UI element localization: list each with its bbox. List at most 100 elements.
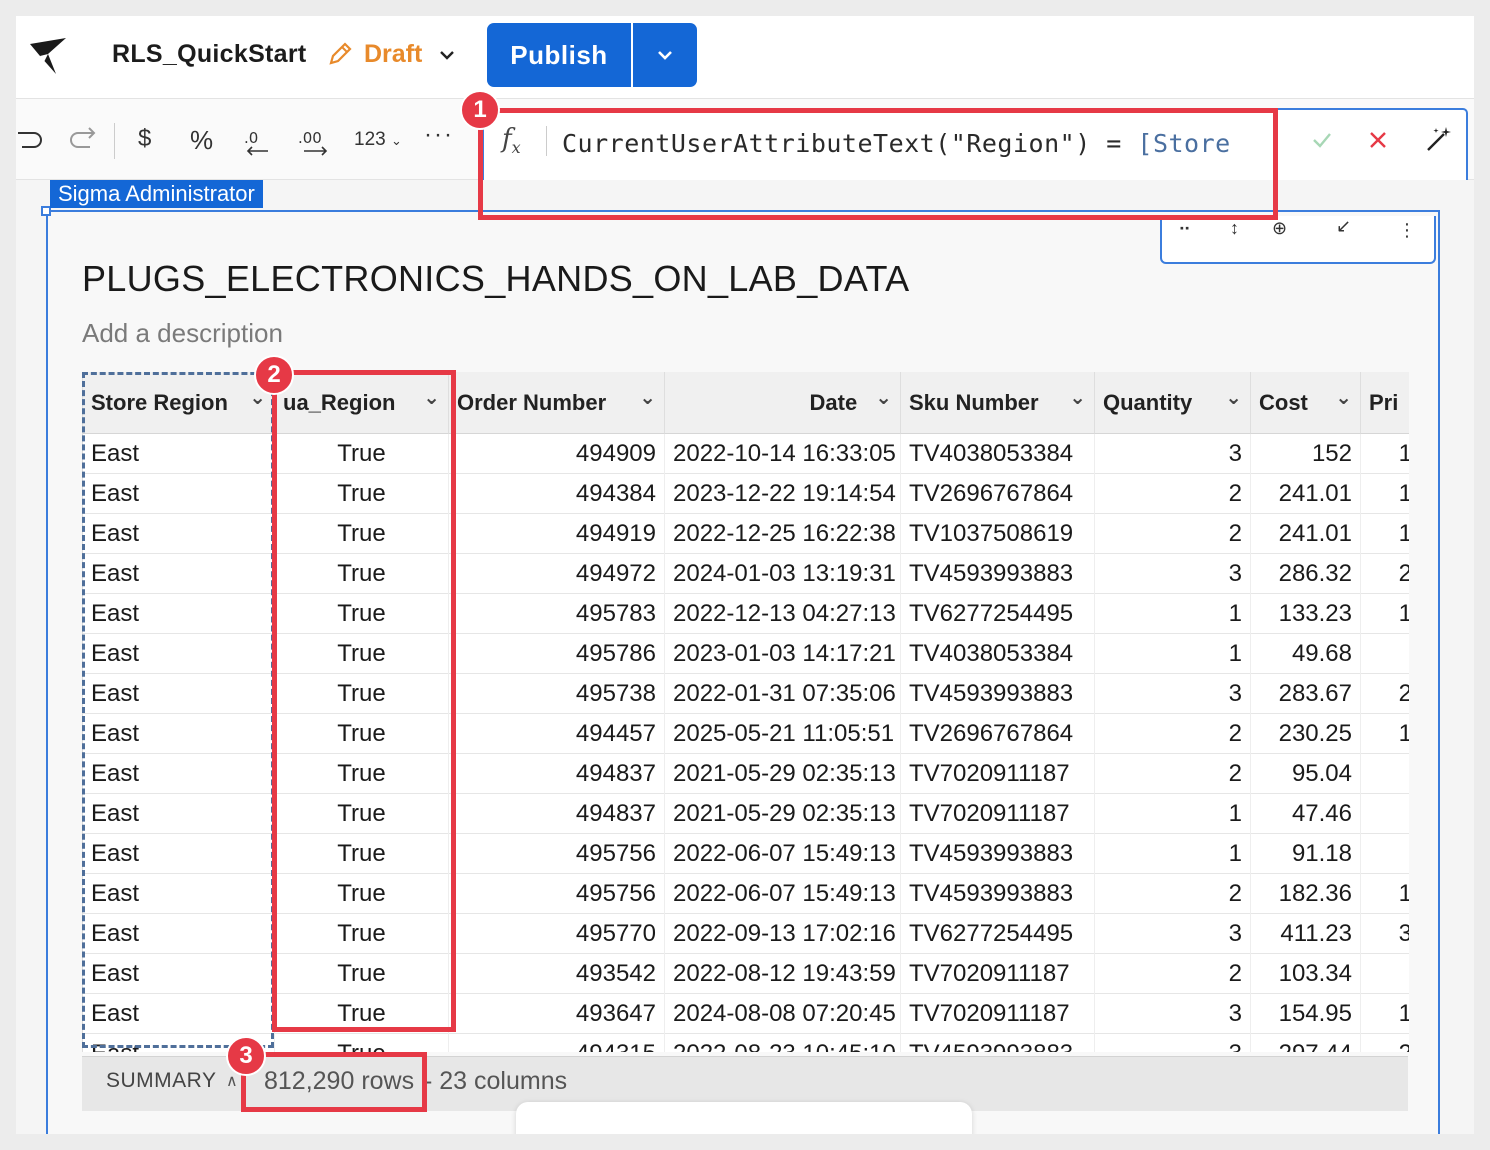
cell-cost[interactable]: 283.67 — [1251, 674, 1361, 714]
cell-store-region[interactable]: East — [83, 674, 275, 714]
cell-store-region[interactable]: East — [83, 954, 275, 994]
number-format-dropdown[interactable]: 123 ⌄ — [354, 129, 402, 151]
cell-sku-number[interactable]: TV4593993883 — [901, 874, 1095, 914]
cell-sku-number[interactable]: TV4038053384 — [901, 634, 1095, 674]
percent-format-button[interactable]: % — [190, 125, 213, 156]
cell-sku-number[interactable]: TV4593993883 — [901, 674, 1095, 714]
cell-ua-region[interactable]: True — [275, 674, 449, 714]
cell-order-number[interactable]: 494972 — [449, 554, 665, 594]
cell-sku-number[interactable]: TV7020911187 — [901, 794, 1095, 834]
column-header-date[interactable]: Date⌄ — [665, 372, 901, 434]
cell-quantity[interactable]: 2 — [1095, 514, 1251, 554]
add-column-icon[interactable]: ⊕ — [1272, 218, 1287, 239]
cell-quantity[interactable]: 1 — [1095, 834, 1251, 874]
cell-ua-region[interactable]: True — [275, 434, 449, 474]
table-row[interactable]: EastTrue4943152022-08-23 10:45:10TV45939… — [83, 1034, 1409, 1052]
close-icon[interactable] — [1366, 128, 1390, 152]
cell-quantity[interactable]: 2 — [1095, 754, 1251, 794]
cell-quantity[interactable]: 3 — [1095, 674, 1251, 714]
cell-ua-region[interactable]: True — [275, 634, 449, 674]
table-row[interactable]: EastTrue4957832022-12-13 04:27:13TV62772… — [83, 594, 1409, 634]
cell-ua-region[interactable]: True — [275, 954, 449, 994]
column-header-cost[interactable]: Cost⌄ — [1251, 372, 1361, 434]
cell-ua-region[interactable]: True — [275, 874, 449, 914]
cell-order-number[interactable]: 495770 — [449, 914, 665, 954]
cell-sku-number[interactable]: TV4038053384 — [901, 434, 1095, 474]
cell-date[interactable]: 2022-12-25 16:22:38 — [665, 514, 901, 554]
cell-cost[interactable]: 182.36 — [1251, 874, 1361, 914]
table-row[interactable]: EastTrue4957382022-01-31 07:35:06TV45939… — [83, 674, 1409, 714]
cell-price[interactable]: 3 — [1361, 914, 1409, 954]
cell-quantity[interactable]: 1 — [1095, 634, 1251, 674]
cell-order-number[interactable]: 494837 — [449, 754, 665, 794]
cell-quantity[interactable]: 3 — [1095, 434, 1251, 474]
column-header-price[interactable]: Pri — [1361, 372, 1409, 434]
cell-ua-region[interactable]: True — [275, 914, 449, 954]
cell-price[interactable]: 2 — [1361, 554, 1409, 594]
cell-quantity[interactable]: 2 — [1095, 874, 1251, 914]
increase-decimal-icon[interactable]: .00 — [298, 127, 334, 157]
cell-date[interactable]: 2024-01-03 13:19:31 — [665, 554, 901, 594]
table-row[interactable]: EastTrue4948372021-05-29 02:35:13TV70209… — [83, 754, 1409, 794]
cell-cost[interactable]: 133.23 — [1251, 594, 1361, 634]
cell-quantity[interactable]: 1 — [1095, 594, 1251, 634]
cell-sku-number[interactable]: TV4593993883 — [901, 1034, 1095, 1052]
cell-order-number[interactable]: 494919 — [449, 514, 665, 554]
cell-order-number[interactable]: 494837 — [449, 794, 665, 834]
cell-sku-number[interactable]: TV4593993883 — [901, 554, 1095, 594]
chevron-up-icon[interactable]: ∧ — [226, 1071, 238, 1091]
cell-store-region[interactable]: East — [83, 474, 275, 514]
cell-order-number[interactable]: 495738 — [449, 674, 665, 714]
cell-date[interactable]: 2022-01-31 07:35:06 — [665, 674, 901, 714]
cell-quantity[interactable]: 3 — [1095, 994, 1251, 1034]
cell-store-region[interactable]: East — [83, 994, 275, 1034]
cell-sku-number[interactable]: TV2696767864 — [901, 714, 1095, 754]
cell-price[interactable] — [1361, 634, 1409, 674]
cell-price[interactable]: 2 — [1361, 674, 1409, 714]
cell-quantity[interactable]: 3 — [1095, 1034, 1251, 1052]
cell-order-number[interactable]: 493542 — [449, 954, 665, 994]
cell-store-region[interactable]: East — [83, 834, 275, 874]
cell-date[interactable]: 2022-06-07 15:49:13 — [665, 834, 901, 874]
cell-price[interactable]: 2 — [1361, 1034, 1409, 1052]
currency-format-button[interactable]: $ — [138, 125, 151, 153]
cell-date[interactable]: 2022-12-13 04:27:13 — [665, 594, 901, 634]
cell-date[interactable]: 2024-08-08 07:20:45 — [665, 994, 901, 1034]
table-row[interactable]: EastTrue4935422022-08-12 19:43:59TV70209… — [83, 954, 1409, 994]
undo-icon[interactable] — [16, 125, 42, 151]
cell-price[interactable] — [1361, 794, 1409, 834]
table-row[interactable]: EastTrue4957562022-06-07 15:49:13TV45939… — [83, 834, 1409, 874]
cell-cost[interactable]: 91.18 — [1251, 834, 1361, 874]
chevron-down-icon[interactable] — [438, 46, 456, 64]
cell-cost[interactable]: 47.46 — [1251, 794, 1361, 834]
cell-quantity[interactable]: 3 — [1095, 914, 1251, 954]
collapse-icon[interactable]: ↙ — [1336, 216, 1351, 237]
cell-date[interactable]: 2022-09-13 17:02:16 — [665, 914, 901, 954]
cell-store-region[interactable]: East — [83, 514, 275, 554]
cell-price[interactable] — [1361, 834, 1409, 874]
table-row[interactable]: EastTrue4949092022-10-14 16:33:05TV40380… — [83, 434, 1409, 474]
chevron-down-icon[interactable]: ⌄ — [1335, 385, 1352, 410]
cell-sku-number[interactable]: TV4593993883 — [901, 834, 1095, 874]
table-row[interactable]: EastTrue4957562022-06-07 15:49:13TV45939… — [83, 874, 1409, 914]
cell-store-region[interactable]: East — [83, 874, 275, 914]
cell-price[interactable] — [1361, 954, 1409, 994]
kebab-menu-icon[interactable]: ⋮ — [1398, 220, 1416, 241]
cell-cost[interactable]: 95.04 — [1251, 754, 1361, 794]
table-row[interactable]: EastTrue4943842023-12-22 19:14:54TV26967… — [83, 474, 1409, 514]
cell-price[interactable]: 1 — [1361, 514, 1409, 554]
cell-sku-number[interactable]: TV6277254495 — [901, 914, 1095, 954]
cell-cost[interactable]: 411.23 — [1251, 914, 1361, 954]
magic-wand-icon[interactable] — [1424, 124, 1454, 154]
cell-ua-region[interactable]: True — [275, 554, 449, 594]
cell-date[interactable]: 2023-12-22 19:14:54 — [665, 474, 901, 514]
cell-date[interactable]: 2021-05-29 02:35:13 — [665, 754, 901, 794]
chevron-down-icon[interactable]: ⌄ — [1069, 385, 1086, 410]
cell-cost[interactable]: 286.32 — [1251, 554, 1361, 594]
table-row[interactable]: EastTrue4949722024-01-03 13:19:31TV45939… — [83, 554, 1409, 594]
cell-date[interactable]: 2022-10-14 16:33:05 — [665, 434, 901, 474]
element-palette[interactable] — [516, 1102, 972, 1134]
cell-date[interactable]: 2022-06-07 15:49:13 — [665, 874, 901, 914]
cell-store-region[interactable]: East — [83, 594, 275, 634]
column-header-sku-number[interactable]: Sku Number⌄ — [901, 372, 1095, 434]
